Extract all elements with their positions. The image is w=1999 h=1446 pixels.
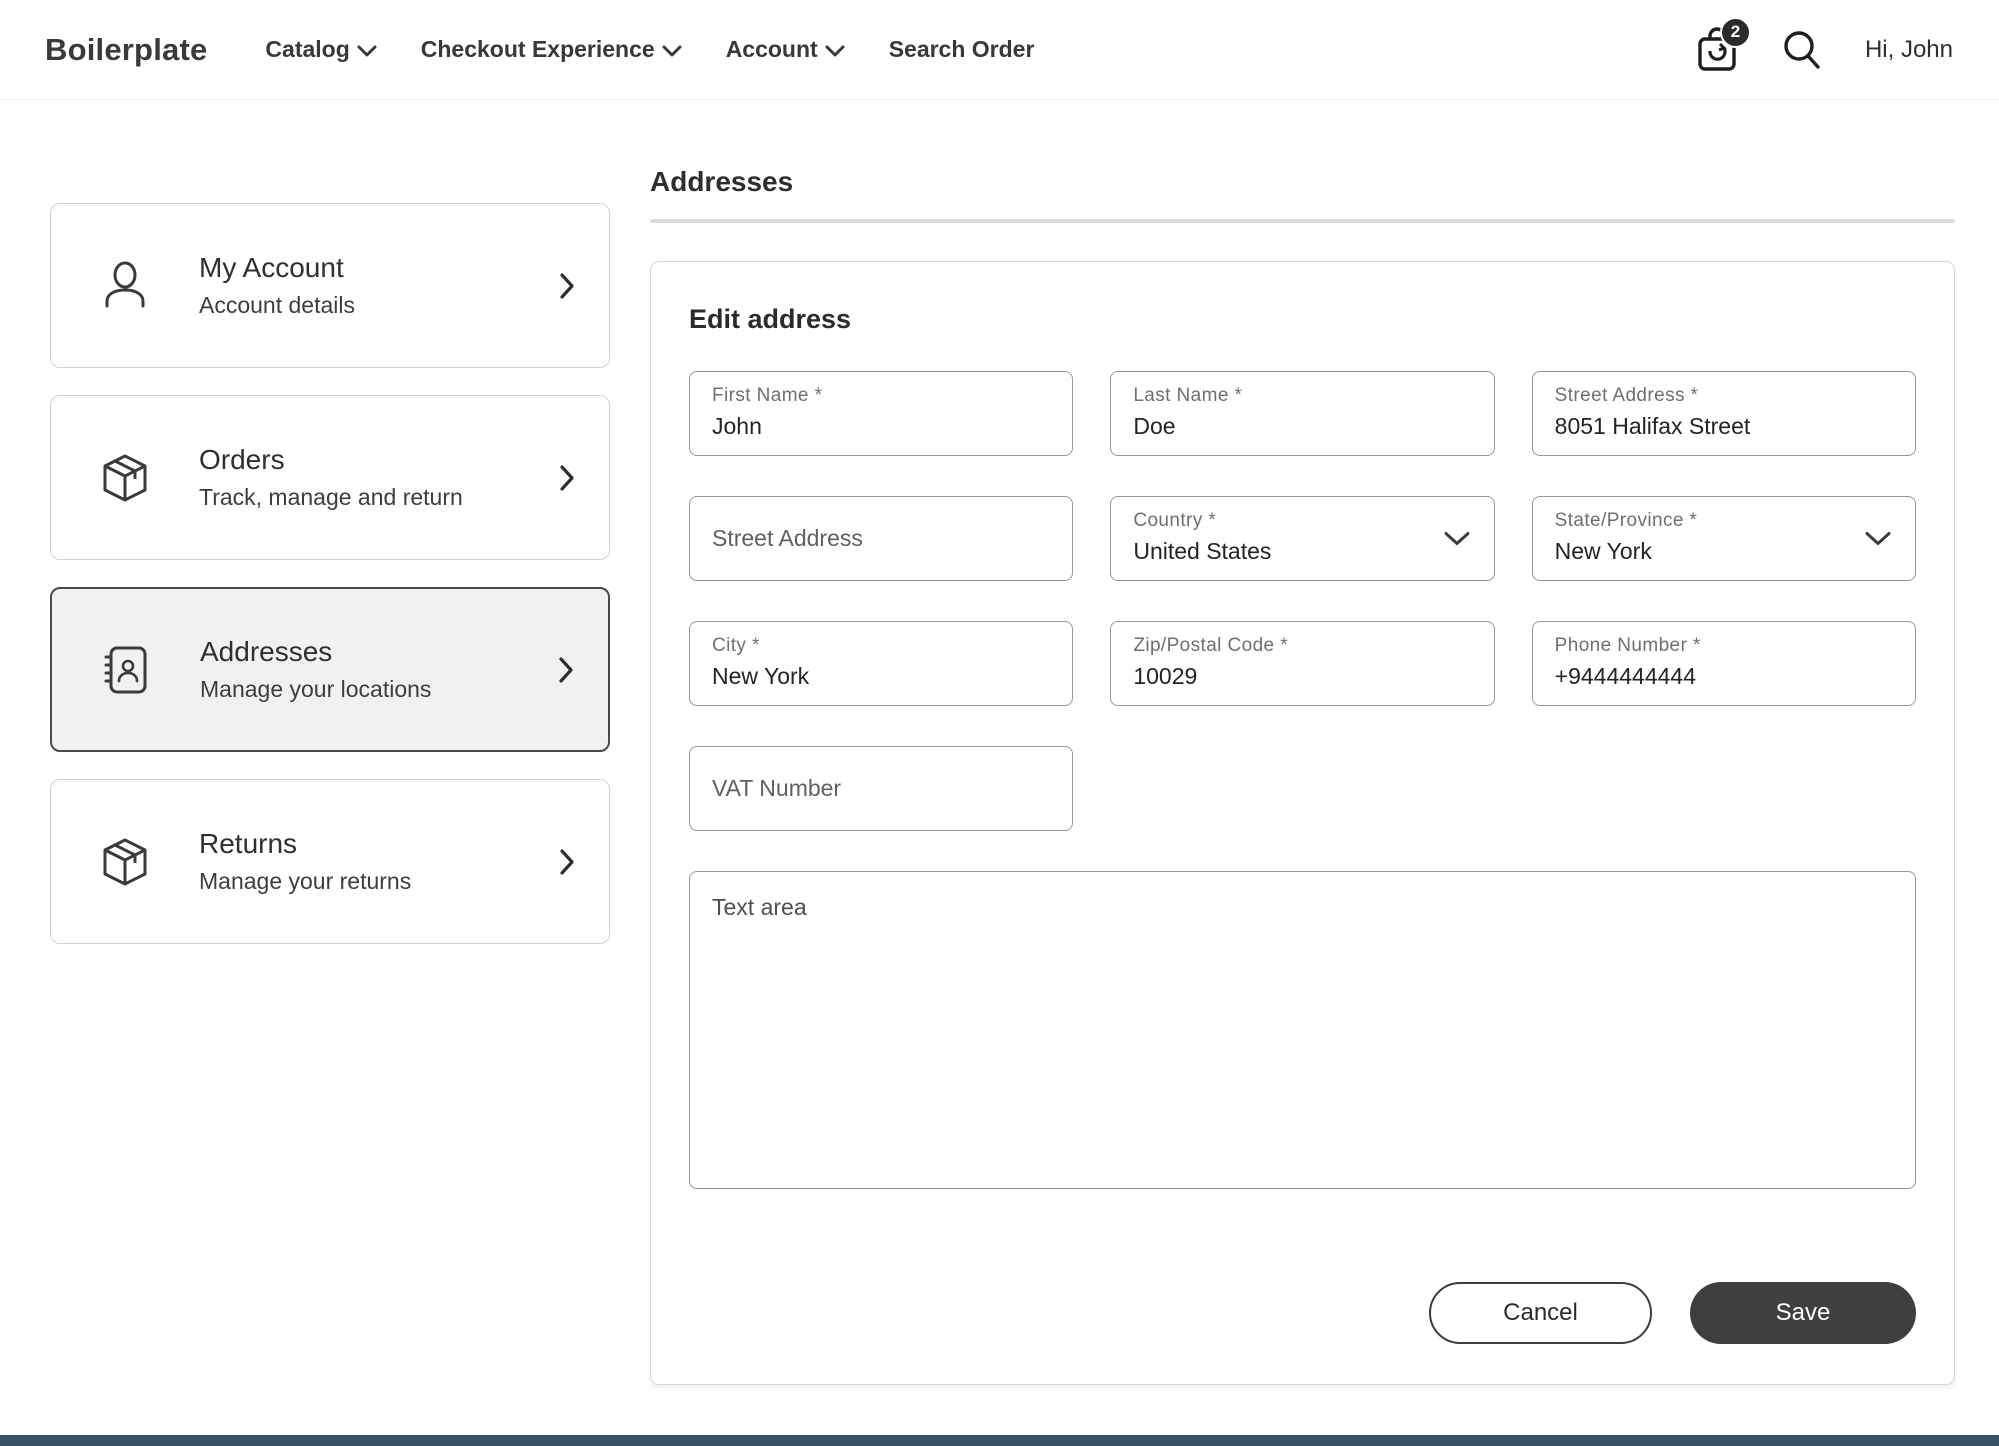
state-province-label: State/Province * (1554, 510, 1698, 531)
vat-row (689, 746, 1074, 831)
cart-badge: 2 (1719, 16, 1751, 48)
street-address-2-field[interactable] (689, 496, 1074, 581)
zip-postal-code-label: Zip/Postal Code * (1133, 635, 1288, 656)
page: Boilerplate Catalog Checkout Experience … (0, 0, 1999, 1446)
chevron-right-icon (559, 848, 575, 876)
sidebar-item-subtitle: Account details (199, 292, 355, 318)
footer-bar (0, 1435, 1999, 1446)
nav-search-order-label: Search Order (888, 36, 1035, 62)
address-book-icon (100, 643, 152, 697)
street-address-field[interactable]: Street Address * 8051 Halifax Street (1531, 371, 1916, 456)
greeting[interactable]: Hi, John (1865, 36, 1953, 64)
sidebar-item-orders[interactable]: Orders Track, manage and return (50, 395, 610, 560)
sidebar-item-title: Orders (199, 444, 285, 475)
logo[interactable]: Boilerplate (45, 32, 207, 68)
cart-button[interactable]: 2 (1695, 16, 1751, 73)
zip-postal-code-field[interactable]: Zip/Postal Code * 10029 (1110, 621, 1495, 706)
first-name-value: John (712, 413, 762, 439)
chevron-right-icon (559, 464, 575, 492)
city-label: City * (712, 635, 760, 656)
nav-catalog[interactable]: Catalog (265, 36, 377, 63)
chevron-down-icon (1865, 531, 1891, 546)
phone-number-label: Phone Number * (1554, 635, 1701, 656)
sidebar-item-my-account[interactable]: My Account Account details (50, 203, 610, 368)
nav-checkout-experience[interactable]: Checkout Experience (421, 36, 682, 63)
street-address-label: Street Address * (1554, 385, 1699, 406)
chevron-down-icon (1444, 531, 1470, 546)
sidebar-item-title: My Account (199, 252, 344, 283)
sidebar-item-title: Returns (199, 828, 298, 859)
chevron-down-icon (825, 45, 845, 56)
sidebar-item-addresses[interactable]: Addresses Manage your locations (50, 587, 610, 752)
title-divider (650, 219, 1955, 223)
first-name-field[interactable]: First Name * John (689, 371, 1074, 456)
vat-number-field[interactable] (689, 746, 1074, 831)
save-button[interactable]: Save (1690, 1282, 1916, 1344)
main-nav: Catalog Checkout Experience Account Sear… (265, 36, 1034, 63)
sidebar-item-text: My Account Account details (199, 252, 355, 319)
nav-account-label: Account (725, 36, 818, 62)
sidebar-item-returns[interactable]: Returns Manage your returns (50, 779, 610, 944)
search-icon[interactable] (1781, 28, 1823, 72)
page-title: Addresses (650, 166, 794, 197)
last-name-label: Last Name * (1133, 385, 1243, 406)
address-form-grid: First Name * John Last Name * Doe Street… (689, 371, 1916, 706)
chevron-right-icon (559, 272, 575, 300)
sidebar-item-subtitle: Track, manage and return (199, 484, 463, 510)
nav-search-order[interactable]: Search Order (889, 36, 1035, 63)
content: My Account Account details Orders Track,… (0, 128, 1999, 1385)
state-province-value: New York (1554, 538, 1652, 564)
nav-checkout-experience-label: Checkout Experience (420, 36, 655, 62)
country-select[interactable]: Country * United States (1110, 496, 1495, 581)
city-field[interactable]: City * New York (689, 621, 1074, 706)
top-nav: Boilerplate Catalog Checkout Experience … (0, 0, 1999, 100)
sidebar-item-subtitle: Manage your locations (200, 676, 432, 702)
phone-number-value: +9444444444 (1554, 663, 1697, 689)
nav-account[interactable]: Account (726, 36, 845, 63)
chevron-down-icon (357, 45, 377, 56)
edit-address-title: Edit address (689, 304, 852, 334)
state-province-select[interactable]: State/Province * New York (1531, 496, 1916, 581)
package-icon (99, 452, 151, 504)
package-icon (99, 836, 151, 888)
chevron-right-icon (558, 656, 574, 684)
city-value: New York (712, 663, 810, 689)
sidebar-item-text: Returns Manage your returns (199, 828, 411, 895)
phone-number-field[interactable]: Phone Number * +9444444444 (1531, 621, 1916, 706)
first-name-label: First Name * (712, 385, 823, 406)
last-name-field[interactable]: Last Name * Doe (1110, 371, 1495, 456)
sidebar-item-text: Addresses Manage your locations (200, 636, 431, 703)
country-label: Country * (1133, 510, 1217, 531)
address-notes-textarea[interactable] (689, 871, 1916, 1189)
chevron-down-icon (662, 45, 682, 56)
edit-address-card: Edit address First Name * John Last Name… (650, 261, 1955, 1385)
header-right: 2 Hi, John (1695, 16, 1953, 73)
sidebar-item-title: Addresses (200, 636, 333, 667)
sidebar-item-subtitle: Manage your returns (199, 868, 412, 894)
zip-postal-code-value: 10029 (1133, 663, 1198, 689)
country-value: United States (1133, 538, 1272, 564)
cancel-button[interactable]: Cancel (1429, 1282, 1652, 1344)
last-name-value: Doe (1133, 413, 1176, 439)
sidebar-item-text: Orders Track, manage and return (199, 444, 463, 511)
main-panel: Addresses Edit address First Name * John… (650, 128, 1955, 1385)
nav-catalog-label: Catalog (265, 36, 350, 62)
vat-number-input[interactable] (712, 775, 1051, 802)
street-address-2-input[interactable] (712, 525, 1051, 552)
form-actions: Cancel Save (689, 1282, 1916, 1344)
street-address-value: 8051 Halifax Street (1554, 413, 1751, 439)
user-icon (99, 260, 151, 312)
account-sidebar: My Account Account details Orders Track,… (50, 203, 610, 1385)
